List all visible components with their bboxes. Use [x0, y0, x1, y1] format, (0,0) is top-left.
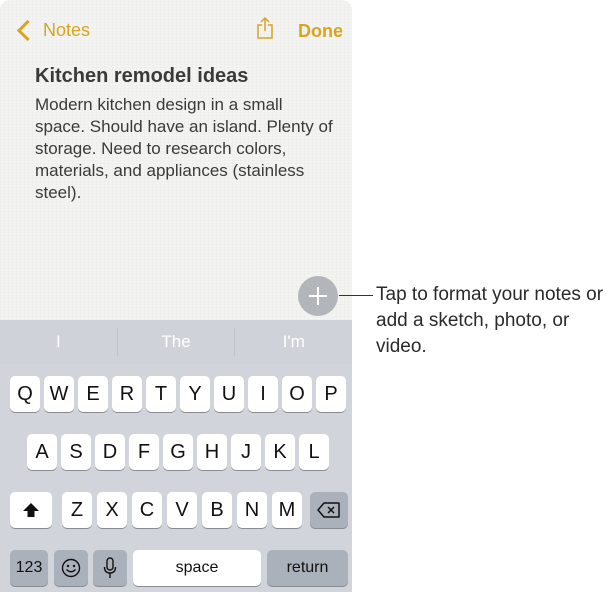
prediction-3[interactable]: I'm — [235, 320, 352, 364]
space-key[interactable]: space — [133, 550, 261, 586]
key-d[interactable]: D — [95, 434, 125, 470]
notes-app: Notes Done Kitchen remodel ideas Modern … — [0, 0, 352, 592]
key-e[interactable]: E — [78, 376, 108, 412]
emoji-key[interactable] — [54, 550, 88, 586]
key-z[interactable]: Z — [62, 492, 92, 528]
numbers-key[interactable]: 123 — [10, 550, 48, 586]
key-t[interactable]: T — [146, 376, 176, 412]
key-y[interactable]: Y — [180, 376, 210, 412]
share-icon[interactable] — [256, 17, 274, 39]
backspace-icon — [317, 502, 340, 518]
key-m[interactable]: M — [272, 492, 302, 528]
key-q[interactable]: Q — [10, 376, 40, 412]
key-g[interactable]: G — [163, 434, 193, 470]
note-title[interactable]: Kitchen remodel ideas — [35, 65, 248, 88]
emoji-icon — [61, 558, 81, 578]
shift-icon — [23, 503, 39, 517]
key-n[interactable]: N — [237, 492, 267, 528]
key-v[interactable]: V — [167, 492, 197, 528]
done-button[interactable]: Done — [298, 21, 343, 42]
key-p[interactable]: P — [316, 376, 346, 412]
note-body[interactable]: Modern kitchen design in a small space. … — [35, 94, 335, 204]
back-button-label: Notes — [43, 20, 91, 40]
key-b[interactable]: B — [202, 492, 232, 528]
key-a[interactable]: A — [27, 434, 57, 470]
key-s[interactable]: S — [61, 434, 91, 470]
key-w[interactable]: W — [44, 376, 74, 412]
chevron-left-icon — [16, 19, 39, 42]
key-l[interactable]: L — [299, 434, 329, 470]
callout-line — [339, 295, 373, 296]
microphone-icon — [103, 557, 117, 578]
predictive-bar: I The I'm — [0, 320, 352, 364]
back-button[interactable]: Notes — [14, 19, 91, 42]
dictation-key[interactable] — [93, 550, 127, 586]
prediction-2[interactable]: The — [118, 320, 235, 364]
key-x[interactable]: X — [97, 492, 127, 528]
delete-key[interactable] — [310, 492, 348, 528]
callout-text: Tap to format your notes or add a sketch… — [376, 284, 604, 357]
note-editor[interactable]: Notes Done Kitchen remodel ideas Modern … — [0, 0, 352, 320]
key-c[interactable]: C — [132, 492, 162, 528]
key-u[interactable]: U — [214, 376, 244, 412]
format-plus-button[interactable] — [298, 276, 338, 316]
keyboard: I The I'm Q W E R T Y U I O P A S D F G … — [0, 320, 352, 592]
key-f[interactable]: F — [129, 434, 159, 470]
key-k[interactable]: K — [265, 434, 295, 470]
key-i[interactable]: I — [248, 376, 278, 412]
prediction-1[interactable]: I — [0, 320, 117, 364]
key-r[interactable]: R — [112, 376, 142, 412]
return-key[interactable]: return — [267, 550, 348, 586]
key-o[interactable]: O — [282, 376, 312, 412]
shift-key[interactable] — [10, 492, 52, 528]
key-j[interactable]: J — [231, 434, 261, 470]
key-h[interactable]: H — [197, 434, 227, 470]
